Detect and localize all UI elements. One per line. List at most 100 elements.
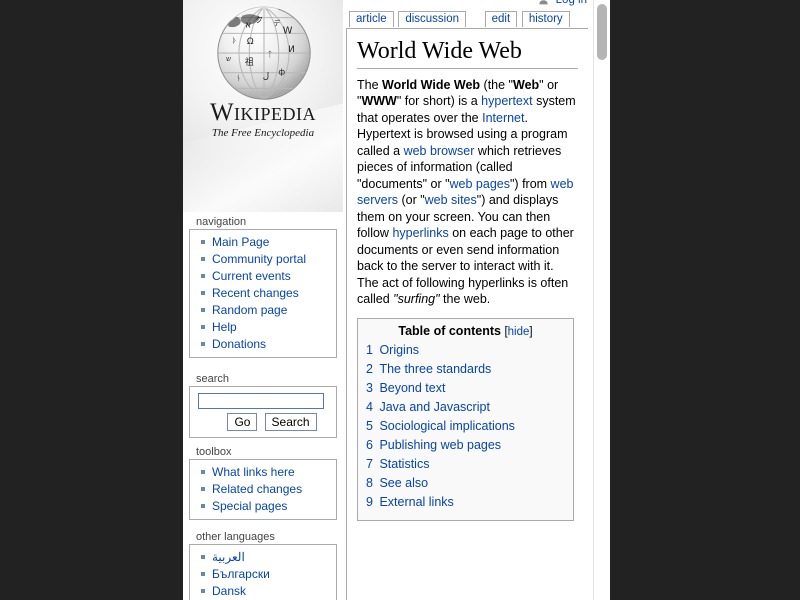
search-input[interactable] (198, 393, 324, 409)
svg-text:ᛏ: ᛏ (268, 50, 273, 59)
wikipedia-globe-icon: א ク W ᚦ Ω デ И ש 祖 ᛏ ل ᚾ ф (205, 0, 323, 114)
tab-edit[interactable]: edit (485, 11, 518, 27)
toolbox-link-related-changes[interactable]: Related changes (212, 482, 302, 496)
toolbox-item-what-links-here[interactable]: What links here (198, 464, 336, 480)
toc-toggle-close: ] (529, 326, 532, 338)
toc-text-6: Publishing web pages (379, 438, 501, 452)
toolbox-heading: toolbox (189, 446, 337, 459)
toc-text-4: Java and Javascript (379, 400, 489, 414)
search-heading: search (189, 373, 337, 386)
nav-link-recent-changes[interactable]: Recent changes (212, 286, 299, 300)
toc-number-6: 6 (366, 438, 376, 452)
nav-link-donations[interactable]: Donations (212, 337, 266, 351)
svg-text:W: W (283, 25, 293, 36)
toc-item-three-standards[interactable]: 2 The three standards (366, 360, 565, 379)
tab-article[interactable]: article (349, 11, 394, 27)
search-go-button[interactable]: Go (227, 413, 257, 431)
link-web-pages[interactable]: web pages (450, 177, 510, 191)
sidebar-column: א ク W ᚦ Ω デ И ש 祖 ᛏ ل ᚾ ф (183, 0, 343, 600)
nav-link-current-events[interactable]: Current events (212, 269, 291, 283)
toc-link-external-links[interactable]: 9 External links (366, 495, 454, 509)
scrollbar-thumb[interactable] (597, 4, 607, 60)
article-body: The World Wide Web (the "Web" or "WWW" f… (357, 77, 578, 521)
content-action-tabs: article discussion edit history (349, 11, 571, 29)
toc-link-publishing-web-pages[interactable]: 6 Publishing web pages (366, 438, 501, 452)
toc-item-publishing-web-pages[interactable]: 6 Publishing web pages (366, 436, 565, 455)
browser-page: א ク W ᚦ Ω デ И ש 祖 ᛏ ل ᚾ ф (183, 0, 610, 600)
language-link-bulgarian[interactable]: Български (212, 567, 270, 581)
nav-link-help[interactable]: Help (212, 320, 237, 334)
nav-link-community-portal[interactable]: Community portal (212, 252, 306, 266)
toc-number-9: 9 (366, 495, 376, 509)
toolbox-item-special-pages[interactable]: Special pages (198, 498, 336, 514)
intro-t9: (or " (398, 193, 425, 207)
intro-paragraph: The World Wide Web (the "Web" or "WWW" f… (357, 77, 578, 308)
toc-number-2: 2 (366, 362, 376, 376)
link-hyperlinks[interactable]: hyperlinks (392, 226, 448, 240)
toc-link-sociological-implications[interactable]: 5 Sociological implications (366, 419, 515, 433)
intro-t8: ") from (510, 177, 551, 191)
toc-list: 1 Origins 2 The three standards 3 Beyond… (366, 341, 565, 512)
toc-number-7: 7 (366, 457, 376, 471)
nav-item-help[interactable]: Help (198, 319, 336, 335)
toc-number-1: 1 (366, 343, 376, 357)
toc-item-origins[interactable]: 1 Origins (366, 341, 565, 360)
toc-link-statistics[interactable]: 7 Statistics (366, 457, 429, 471)
toc-title-row: Table of contents [hide] (366, 324, 565, 341)
nav-item-recent-changes[interactable]: Recent changes (198, 285, 336, 301)
nav-item-main-page[interactable]: Main Page (198, 234, 336, 250)
link-web-browser[interactable]: web browser (404, 144, 475, 158)
intro-bold-www: World Wide Web (382, 78, 480, 92)
link-internet[interactable]: Internet (482, 111, 524, 125)
link-web-sites[interactable]: web sites (425, 193, 477, 207)
toolbox-item-related-changes[interactable]: Related changes (198, 481, 336, 497)
intro-bold-web: Web (513, 78, 539, 92)
toc-item-beyond-text[interactable]: 3 Beyond text (366, 379, 565, 398)
link-hypertext[interactable]: hypertext (481, 94, 532, 108)
toc-text-5: Sociological implications (379, 419, 514, 433)
nav-item-current-events[interactable]: Current events (198, 268, 336, 284)
toc-item-sociological-implications[interactable]: 5 Sociological implications (366, 417, 565, 436)
nav-link-main-page[interactable]: Main Page (212, 235, 269, 249)
toc-link-see-also[interactable]: 8 See also (366, 476, 428, 490)
intro-bold-www-abbr: WWW (361, 94, 396, 108)
toc-link-three-standards[interactable]: 2 The three standards (366, 362, 491, 376)
vertical-scrollbar[interactable] (593, 0, 610, 600)
toc-item-see-also[interactable]: 8 See also (366, 474, 565, 493)
toc-hide-link[interactable]: hide (508, 326, 530, 338)
portlet-navigation: navigation Main Page Community portal Cu… (189, 216, 337, 358)
toc-title: Table of contents (398, 324, 501, 338)
nav-item-donations[interactable]: Donations (198, 336, 336, 352)
toc-text-9: External links (379, 495, 453, 509)
language-item-arabic[interactable]: العربية (198, 549, 336, 565)
portlet-search: search Go Search (189, 373, 337, 438)
language-link-danish[interactable]: Dansk (212, 584, 246, 598)
tab-discussion[interactable]: discussion (398, 11, 466, 27)
site-logo[interactable]: א ク W ᚦ Ω デ И ש 祖 ᛏ ل ᚾ ф (183, 0, 343, 148)
toc-item-java-javascript[interactable]: 4 Java and Javascript (366, 398, 565, 417)
personal-tools: Log in (538, 0, 587, 6)
language-item-danish[interactable]: Dansk (198, 583, 336, 599)
language-link-arabic[interactable]: العربية (212, 550, 245, 564)
search-button-row: Go Search (196, 413, 330, 431)
intro-italic-surfing: "surfing" (393, 292, 439, 306)
toc-link-java-javascript[interactable]: 4 Java and Javascript (366, 400, 490, 414)
svg-text:ク: ク (255, 16, 263, 25)
toc-link-origins[interactable]: 1 Origins (366, 343, 419, 357)
toolbox-link-what-links-here[interactable]: What links here (212, 465, 295, 479)
toc-item-external-links[interactable]: 9 External links (366, 493, 565, 512)
tab-history[interactable]: history (522, 11, 570, 27)
search-fulltext-button[interactable]: Search (265, 413, 317, 431)
toc-number-5: 5 (366, 419, 376, 433)
nav-link-random-page[interactable]: Random page (212, 303, 287, 317)
login-link[interactable]: Log in (556, 0, 587, 6)
toc-item-statistics[interactable]: 7 Statistics (366, 455, 565, 474)
content-column: Log in article discussion edit history W… (343, 0, 593, 600)
toolbox-link-special-pages[interactable]: Special pages (212, 499, 287, 513)
toc-link-beyond-text[interactable]: 3 Beyond text (366, 381, 445, 395)
intro-t4: " for short) is a (397, 94, 481, 108)
nav-item-community-portal[interactable]: Community portal (198, 251, 336, 267)
language-item-bulgarian[interactable]: Български (198, 566, 336, 582)
nav-item-random-page[interactable]: Random page (198, 302, 336, 318)
table-of-contents: Table of contents [hide] 1 Origins 2 The… (357, 318, 574, 521)
